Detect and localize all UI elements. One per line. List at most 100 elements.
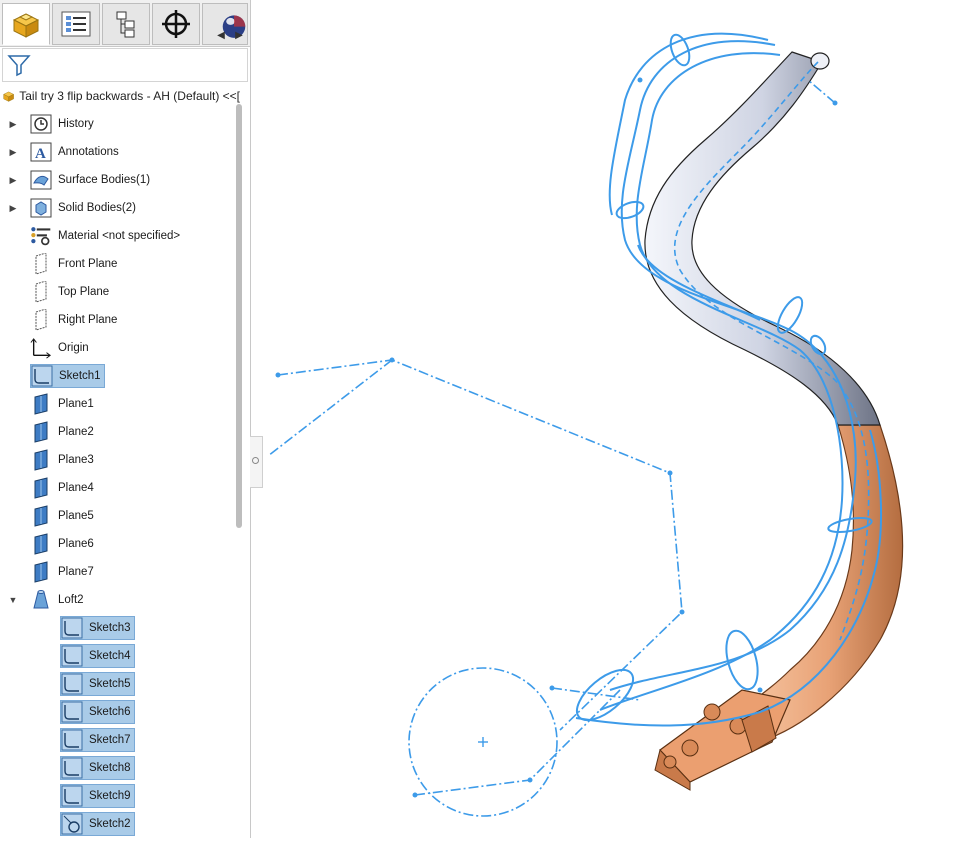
expand-arrow-icon[interactable]: ▶ xyxy=(8,175,18,185)
tree-item-label: Material <not specified> xyxy=(58,230,181,242)
scroll-right-icon[interactable]: ▶ xyxy=(235,30,243,41)
tree-item-label: Plane2 xyxy=(58,426,94,438)
feature-manager-panel: ◀ ▶ Tail try 3 flip backwards - AH (Defa… xyxy=(0,0,251,838)
tree-item[interactable]: Sketch1 xyxy=(30,364,105,388)
tree-item-label: Right Plane xyxy=(58,314,118,326)
tree-item[interactable]: Surface Bodies(1) xyxy=(30,168,150,192)
ref-plane-icon xyxy=(30,421,52,443)
model-view[interactable] xyxy=(262,0,960,838)
tree-item[interactable]: Plane5 xyxy=(30,504,94,528)
feature-manager-tab[interactable] xyxy=(2,3,50,45)
tree-item-label: Top Plane xyxy=(58,286,110,298)
plane-icon xyxy=(30,281,52,303)
sketch-center-mark xyxy=(478,737,488,747)
solid-bodies-icon xyxy=(30,197,52,219)
sketch-icon xyxy=(61,729,83,751)
sketch-icon xyxy=(61,757,83,779)
mounting-tab[interactable] xyxy=(654,689,791,791)
document-root-item[interactable]: Tail try 3 flip backwards - AH (Default)… xyxy=(0,84,240,108)
scroll-left-icon[interactable]: ◀ xyxy=(217,30,225,41)
tree-item-label: Sketch7 xyxy=(89,734,131,746)
loft-tip-cap xyxy=(810,52,830,70)
tree-item[interactable]: Sketch8 xyxy=(60,756,135,780)
tree-item-label: Loft2 xyxy=(58,594,84,606)
tree-item[interactable]: Sketch9 xyxy=(60,784,135,808)
tree-item[interactable]: Plane2 xyxy=(30,420,94,444)
expand-arrow-icon[interactable]: ▶ xyxy=(8,203,18,213)
ref-plane-icon xyxy=(30,449,52,471)
tree-item-label: Plane6 xyxy=(58,538,94,550)
tree-item[interactable]: Plane1 xyxy=(30,392,94,416)
plane-icon xyxy=(30,253,52,275)
tree-item-label: Annotations xyxy=(58,146,119,158)
tree-item[interactable]: Origin xyxy=(30,336,89,360)
tree-item[interactable]: Sketch2 xyxy=(60,812,135,836)
tree-item-label: Solid Bodies(2) xyxy=(58,202,136,214)
tree-item[interactable]: Plane4 xyxy=(30,476,94,500)
tab-scroll-arrows: ◀ ▶ xyxy=(212,26,248,44)
part-icon xyxy=(12,13,40,38)
tree-item[interactable]: Front Plane xyxy=(30,252,117,276)
tree-item[interactable]: Sketch4 xyxy=(60,644,135,668)
property-list-icon xyxy=(61,11,91,37)
configuration-manager-tab[interactable] xyxy=(102,3,150,45)
ref-plane-icon xyxy=(30,477,52,499)
tree-item-label: Front Plane xyxy=(58,258,118,270)
annotations-icon: A xyxy=(30,141,52,163)
tree-item[interactable]: Solid Bodies(2) xyxy=(30,196,136,220)
tree-item-label: Sketch3 xyxy=(89,622,131,634)
property-manager-tab[interactable] xyxy=(52,3,100,45)
document-title: Tail try 3 flip backwards - AH (Default)… xyxy=(19,89,240,103)
tree-item-label: Sketch9 xyxy=(89,790,131,802)
tree-item-label: Sketch5 xyxy=(89,678,131,690)
tree-item-label: Sketch2 xyxy=(89,818,131,830)
tree-item-label: History xyxy=(58,118,94,130)
sketch-icon xyxy=(31,365,53,387)
crosshair-icon xyxy=(162,10,190,38)
tree-item[interactable]: Sketch3 xyxy=(60,616,135,640)
tree-item[interactable]: Top Plane xyxy=(30,280,109,304)
tree-item[interactable]: Material <not specified> xyxy=(30,224,180,248)
tree-item[interactable]: Loft2 xyxy=(30,588,84,612)
tree-item[interactable]: A Annotations xyxy=(30,140,119,164)
tree-item-label: Plane1 xyxy=(58,398,94,410)
expand-arrow-icon[interactable]: ▶ xyxy=(8,119,18,129)
sketch-icon xyxy=(61,701,83,723)
origin-icon xyxy=(30,337,52,359)
material-icon xyxy=(30,225,52,247)
dimxpert-manager-tab[interactable] xyxy=(152,3,200,45)
configuration-icon xyxy=(116,11,135,38)
collapse-dot-icon xyxy=(252,457,259,464)
tree-item[interactable]: Right Plane xyxy=(30,308,117,332)
plane-icon xyxy=(30,309,52,331)
sketch-circle-icon xyxy=(61,813,83,835)
tree-filter[interactable] xyxy=(2,48,248,82)
tree-item[interactable]: Sketch5 xyxy=(60,672,135,696)
tree-item[interactable]: Sketch7 xyxy=(60,728,135,752)
svg-text:A: A xyxy=(35,146,46,162)
sketch-icon xyxy=(61,785,83,807)
sketch-icon xyxy=(61,645,83,667)
ref-plane-icon xyxy=(30,561,52,583)
filter-icon[interactable] xyxy=(7,53,31,77)
tree-item[interactable]: Plane3 xyxy=(30,448,94,472)
ref-plane-icon xyxy=(30,533,52,555)
sketch-points xyxy=(275,77,838,798)
tree-item[interactable]: Plane7 xyxy=(30,560,94,584)
tree-item[interactable]: Sketch6 xyxy=(60,700,135,724)
collapse-arrow-icon[interactable]: ▼ xyxy=(8,595,18,605)
tree-item[interactable]: History xyxy=(30,112,94,136)
sketch-icon xyxy=(61,617,83,639)
ref-plane-icon xyxy=(30,393,52,415)
expand-arrow-icon[interactable]: ▶ xyxy=(8,147,18,157)
loft-body-silver[interactable] xyxy=(644,51,881,426)
ref-plane-icon xyxy=(30,505,52,527)
tree-item-label: Sketch1 xyxy=(59,370,101,382)
graphics-area[interactable] xyxy=(262,0,960,838)
tree-item-label: Plane3 xyxy=(58,454,94,466)
surface-bodies-icon xyxy=(30,169,52,191)
tree-item-label: Plane7 xyxy=(58,566,94,578)
tree-item[interactable]: Plane6 xyxy=(30,532,94,556)
tree-scrollbar[interactable] xyxy=(236,104,242,528)
tree-item-label: Plane5 xyxy=(58,510,94,522)
